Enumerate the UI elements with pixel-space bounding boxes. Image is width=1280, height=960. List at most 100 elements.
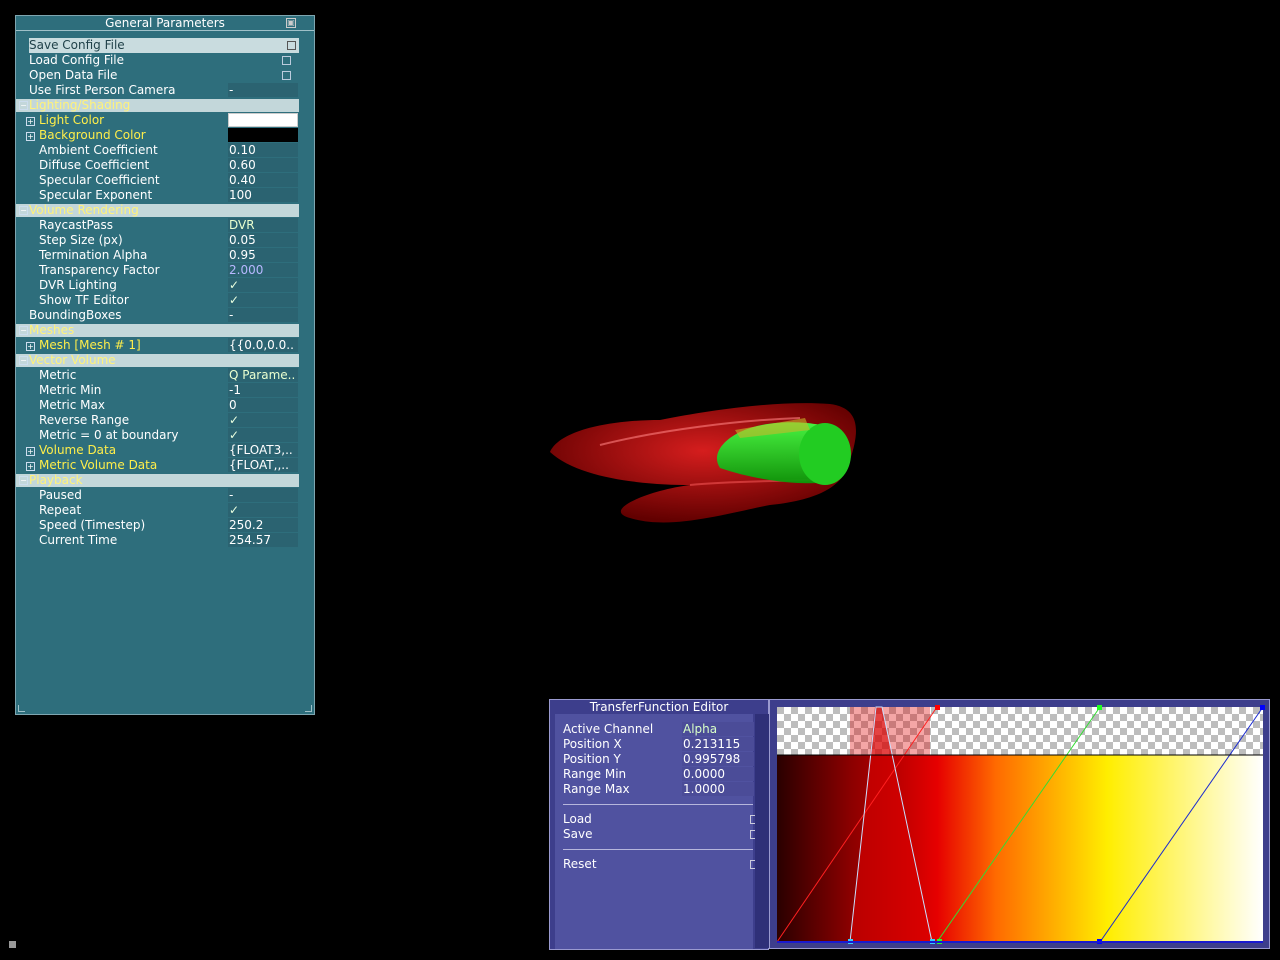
exponent-row[interactable]: Specular Exponent 100 bbox=[16, 188, 301, 203]
section-playback-label: Playback bbox=[29, 473, 83, 487]
position-x-row[interactable]: Position X 0.213115 bbox=[563, 737, 754, 752]
paused-row[interactable]: Paused - bbox=[16, 488, 301, 503]
current-time-value[interactable]: 254.57 bbox=[228, 533, 298, 547]
specular-row[interactable]: Specular Coefficient 0.40 bbox=[16, 173, 301, 188]
speed-value[interactable]: 250.2 bbox=[228, 518, 298, 532]
load-config-button[interactable] bbox=[282, 56, 291, 65]
volume-render-viewport[interactable] bbox=[540, 390, 870, 540]
metric-volume-row[interactable]: + Metric Volume Data {FLOAT,,.. bbox=[16, 458, 301, 473]
collapse-toggle-icon[interactable]: − bbox=[19, 356, 28, 365]
expand-icon[interactable]: + bbox=[26, 447, 35, 456]
speed-row[interactable]: Speed (Timestep) 250.2 bbox=[16, 518, 301, 533]
volume-data-value[interactable]: {FLOAT3,.. bbox=[228, 443, 298, 457]
ambient-value[interactable]: 0.10 bbox=[228, 143, 298, 157]
collapse-toggle-icon[interactable]: − bbox=[19, 476, 28, 485]
step-row[interactable]: Step Size (px) 0.05 bbox=[16, 233, 301, 248]
tf-scrollbar[interactable] bbox=[755, 714, 769, 948]
range-max-row[interactable]: Range Max 1.0000 bbox=[563, 782, 754, 797]
exponent-value[interactable]: 100 bbox=[228, 188, 298, 202]
metric-min-value[interactable]: -1 bbox=[228, 383, 298, 397]
background-color-row[interactable]: + Background Color bbox=[16, 128, 301, 143]
expand-icon[interactable]: + bbox=[26, 462, 35, 471]
red-control-point[interactable] bbox=[935, 705, 940, 710]
section-playback[interactable]: − Playback bbox=[16, 474, 299, 487]
step-value[interactable]: 0.05 bbox=[228, 233, 298, 247]
save-config-row[interactable]: Save Config File bbox=[29, 38, 299, 53]
show-tf-checkbox[interactable]: ✓ bbox=[228, 293, 298, 307]
collapse-icon[interactable]: ▣ bbox=[286, 18, 296, 28]
metric-max-row[interactable]: Metric Max 0 bbox=[16, 398, 301, 413]
open-data-button[interactable] bbox=[282, 71, 291, 80]
collapse-toggle-icon[interactable]: − bbox=[19, 326, 28, 335]
light-color-swatch[interactable] bbox=[228, 113, 298, 127]
position-y-value[interactable]: 0.995798 bbox=[682, 752, 754, 766]
collapse-toggle-icon[interactable]: − bbox=[19, 206, 28, 215]
metric-volume-value[interactable]: {FLOAT,,.. bbox=[228, 458, 298, 472]
green-control-point[interactable] bbox=[1097, 705, 1102, 710]
resize-corner-icon[interactable] bbox=[305, 705, 312, 712]
transparency-row[interactable]: Transparency Factor 2.000 bbox=[16, 263, 301, 278]
position-y-row[interactable]: Position Y 0.995798 bbox=[563, 752, 754, 767]
raycast-row[interactable]: RaycastPass DVR bbox=[16, 218, 301, 233]
collapse-toggle-icon[interactable]: − bbox=[19, 101, 28, 110]
range-min-row[interactable]: Range Min 0.0000 bbox=[563, 767, 754, 782]
tf-save-row[interactable]: Save bbox=[563, 827, 759, 842]
expand-icon[interactable]: + bbox=[26, 132, 35, 141]
bounding-row[interactable]: BoundingBoxes - bbox=[16, 308, 301, 323]
repeat-checkbox[interactable]: ✓ bbox=[228, 503, 298, 517]
light-color-row[interactable]: + Light Color bbox=[16, 113, 301, 128]
boundary-checkbox[interactable]: ✓ bbox=[228, 428, 298, 442]
section-meshes[interactable]: − Meshes bbox=[16, 324, 299, 337]
metric-row[interactable]: Metric Q Parame.. bbox=[16, 368, 301, 383]
position-x-value[interactable]: 0.213115 bbox=[682, 737, 754, 751]
raycast-value[interactable]: DVR bbox=[228, 218, 298, 232]
range-max-value[interactable]: 1.0000 bbox=[682, 782, 754, 796]
resize-corner-icon[interactable] bbox=[18, 705, 25, 712]
repeat-row[interactable]: Repeat ✓ bbox=[16, 503, 301, 518]
ambient-row[interactable]: Ambient Coefficient 0.10 bbox=[16, 143, 301, 158]
position-x-label: Position X bbox=[563, 737, 622, 751]
tf-reset-row[interactable]: Reset bbox=[563, 857, 759, 872]
active-channel-row[interactable]: Active Channel Alpha bbox=[563, 722, 754, 737]
tf-load-row[interactable]: Load bbox=[563, 812, 759, 827]
dvr-lighting-row[interactable]: DVR Lighting ✓ bbox=[16, 278, 301, 293]
range-max-label: Range Max bbox=[563, 782, 630, 796]
save-config-button[interactable] bbox=[287, 41, 296, 50]
section-vector-volume[interactable]: − Vector Volume bbox=[16, 354, 299, 367]
reverse-row[interactable]: Reverse Range ✓ bbox=[16, 413, 301, 428]
metric-value[interactable]: Q Parame.. bbox=[228, 368, 298, 382]
panel-title: General Parameters bbox=[16, 16, 314, 31]
dvr-lighting-checkbox[interactable]: ✓ bbox=[228, 278, 298, 292]
expand-icon[interactable]: + bbox=[26, 342, 35, 351]
section-lighting[interactable]: − Lighting/Shading bbox=[16, 99, 299, 112]
specular-value[interactable]: 0.40 bbox=[228, 173, 298, 187]
load-config-row[interactable]: Load Config File bbox=[16, 53, 301, 68]
open-data-row[interactable]: Open Data File bbox=[16, 68, 301, 83]
termination-row[interactable]: Termination Alpha 0.95 bbox=[16, 248, 301, 263]
section-volume-rendering[interactable]: − Volume Rendering bbox=[16, 204, 299, 217]
paused-value[interactable]: - bbox=[228, 488, 298, 502]
background-color-swatch[interactable] bbox=[228, 128, 298, 142]
first-person-value[interactable]: - bbox=[228, 83, 298, 97]
metric-min-row[interactable]: Metric Min -1 bbox=[16, 383, 301, 398]
show-tf-row[interactable]: Show TF Editor ✓ bbox=[16, 293, 301, 308]
bounding-value[interactable]: - bbox=[228, 308, 298, 322]
transparency-value[interactable]: 2.000 bbox=[228, 263, 298, 277]
expand-icon[interactable]: + bbox=[26, 117, 35, 126]
tf-graph-canvas[interactable] bbox=[770, 700, 1269, 948]
mesh-value[interactable]: {{0.0,0.0.. bbox=[228, 338, 298, 352]
blue-control-point[interactable] bbox=[1260, 705, 1265, 710]
range-min-value[interactable]: 0.0000 bbox=[682, 767, 754, 781]
status-icon[interactable] bbox=[9, 941, 16, 948]
active-channel-value[interactable]: Alpha bbox=[682, 722, 754, 736]
metric-max-value[interactable]: 0 bbox=[228, 398, 298, 412]
termination-value[interactable]: 0.95 bbox=[228, 248, 298, 262]
volume-data-row[interactable]: + Volume Data {FLOAT3,.. bbox=[16, 443, 301, 458]
diffuse-value[interactable]: 0.60 bbox=[228, 158, 298, 172]
reverse-checkbox[interactable]: ✓ bbox=[228, 413, 298, 427]
boundary-row[interactable]: Metric = 0 at boundary ✓ bbox=[16, 428, 301, 443]
first-person-row[interactable]: Use First Person Camera - bbox=[16, 83, 301, 98]
diffuse-row[interactable]: Diffuse Coefficient 0.60 bbox=[16, 158, 301, 173]
current-time-row[interactable]: Current Time 254.57 bbox=[16, 533, 301, 548]
mesh-row[interactable]: + Mesh [Mesh # 1] {{0.0,0.0.. bbox=[16, 338, 301, 353]
